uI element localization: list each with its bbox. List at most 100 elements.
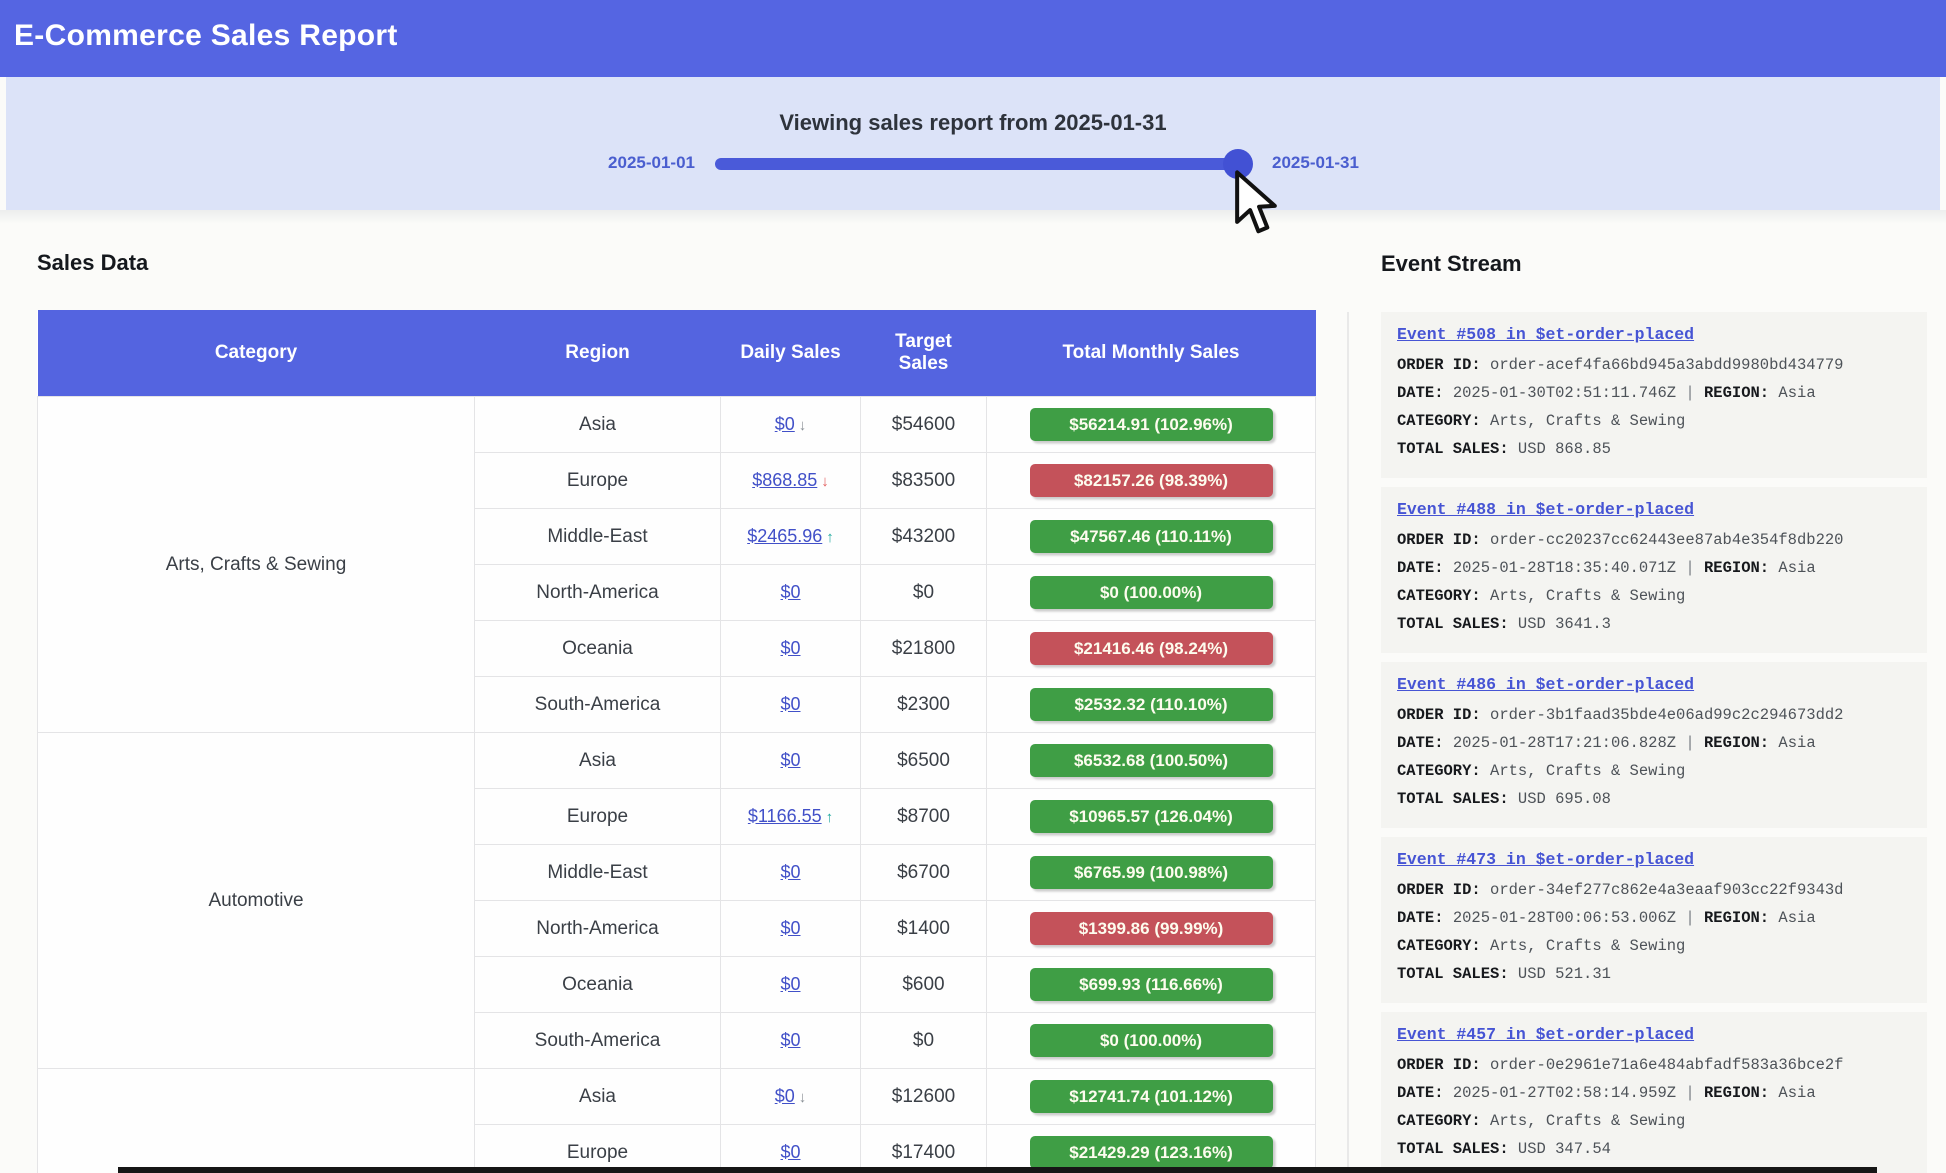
daily-sales-link[interactable]: $0: [780, 918, 800, 938]
region-cell: Asia: [475, 1069, 721, 1125]
event-total-sales: TOTAL SALES: USD 347.54: [1397, 1135, 1911, 1163]
event-title-link[interactable]: Event #473 in $et-order-placed: [1397, 850, 1694, 869]
daily-sales-link[interactable]: $0: [780, 1030, 800, 1050]
event-title-link[interactable]: Event #488 in $et-order-placed: [1397, 500, 1694, 519]
daily-sales-link[interactable]: $868.85: [752, 470, 817, 490]
monthly-sales-badge-green: $56214.91 (102.96%): [1030, 408, 1273, 441]
event-order-id: ORDER ID: order-0e2961e71a6e484abfadf583…: [1397, 1051, 1911, 1079]
event-order-id: ORDER ID: order-cc20237cc62443ee87ab4e35…: [1397, 526, 1911, 554]
event-title-link[interactable]: Event #457 in $et-order-placed: [1397, 1025, 1694, 1044]
total-monthly-sales-cell: $6765.99 (100.98%): [987, 845, 1316, 901]
monthly-sales-badge-green: $0 (100.00%): [1030, 1024, 1273, 1057]
region-cell: South-America: [475, 677, 721, 733]
event-total-sales: TOTAL SALES: USD 868.85: [1397, 435, 1911, 463]
event-stream-heading: Event Stream: [1381, 250, 1927, 278]
region-cell: North-America: [475, 565, 721, 621]
event-title-link[interactable]: Event #486 in $et-order-placed: [1397, 675, 1694, 694]
daily-sales-link[interactable]: $0: [780, 638, 800, 658]
column-header-daily-sales: Daily Sales: [721, 310, 861, 397]
daily-sales-link[interactable]: $0: [775, 1086, 795, 1106]
daily-sales-link[interactable]: $0: [780, 582, 800, 602]
total-monthly-sales-cell: $21429.29 (123.16%): [987, 1125, 1316, 1173]
app-header: E-Commerce Sales Report: [0, 0, 1946, 77]
table-row: Arts, Crafts & SewingAsia$0↓$54600$56214…: [38, 397, 1316, 453]
slider-thumb[interactable]: [1223, 149, 1253, 179]
monthly-sales-badge-red: $1399.86 (99.99%): [1030, 912, 1273, 945]
target-sales-cell: $600: [861, 957, 987, 1013]
daily-sales-link[interactable]: $0: [775, 414, 795, 434]
daily-sales-link[interactable]: $0: [780, 1142, 800, 1162]
sales-data-heading: Sales Data: [37, 250, 148, 276]
event-total-sales: TOTAL SALES: USD 3641.3: [1397, 610, 1911, 638]
daily-sales-link[interactable]: $0: [780, 694, 800, 714]
category-cell: Arts, Crafts & Sewing: [38, 397, 475, 733]
total-monthly-sales-cell: $10965.57 (126.04%): [987, 789, 1316, 845]
region-cell: Europe: [475, 789, 721, 845]
slider-min-label: 2025-01-01: [545, 153, 695, 173]
event-date-region: DATE: 2025-01-28T17:21:06.828Z | REGION:…: [1397, 729, 1911, 757]
region-cell: Middle-East: [475, 509, 721, 565]
region-cell: South-America: [475, 1013, 721, 1069]
monthly-sales-badge-green: $10965.57 (126.04%): [1030, 800, 1273, 833]
column-header-total-monthly-sales: Total Monthly Sales: [987, 310, 1316, 397]
region-cell: Middle-East: [475, 845, 721, 901]
event-category: CATEGORY: Arts, Crafts & Sewing: [1397, 932, 1911, 960]
region-cell: Oceania: [475, 621, 721, 677]
event-date-region: DATE: 2025-01-27T02:58:14.959Z | REGION:…: [1397, 1079, 1911, 1107]
total-monthly-sales-cell: $56214.91 (102.96%): [987, 397, 1316, 453]
target-sales-cell: $83500: [861, 453, 987, 509]
total-monthly-sales-cell: $1399.86 (99.99%): [987, 901, 1316, 957]
daily-sales-cell: $0: [721, 957, 861, 1013]
daily-sales-cell: $0: [721, 845, 861, 901]
target-sales-cell: $1400: [861, 901, 987, 957]
target-sales-cell: $0: [861, 565, 987, 621]
monthly-sales-badge-green: $6532.68 (100.50%): [1030, 744, 1273, 777]
column-header-region: Region: [475, 310, 721, 397]
daily-sales-link[interactable]: $0: [780, 974, 800, 994]
monthly-sales-badge-green: $2532.32 (110.10%): [1030, 688, 1273, 721]
event-title-link[interactable]: Event #508 in $et-order-placed: [1397, 325, 1694, 344]
trend-up-arrow-icon: ↑: [826, 529, 834, 546]
total-monthly-sales-cell: $2532.32 (110.10%): [987, 677, 1316, 733]
daily-sales-cell: $0: [721, 565, 861, 621]
event-date-region: DATE: 2025-01-28T18:35:40.071Z | REGION:…: [1397, 554, 1911, 582]
daily-sales-link[interactable]: $0: [780, 862, 800, 882]
target-sales-cell: $0: [861, 1013, 987, 1069]
daily-sales-cell: $0: [721, 621, 861, 677]
date-slider[interactable]: [715, 158, 1252, 170]
date-slider-section: Viewing sales report from 2025-01-31 202…: [6, 77, 1940, 210]
slider-max-label: 2025-01-31: [1272, 153, 1422, 173]
daily-sales-cell: $0: [721, 1125, 861, 1173]
daily-sales-link[interactable]: $0: [780, 750, 800, 770]
target-sales-cell: $12600: [861, 1069, 987, 1125]
event-list: Event #508 in $et-order-placed ORDER ID: …: [1381, 312, 1927, 1173]
daily-sales-link[interactable]: $2465.96: [747, 526, 822, 546]
monthly-sales-badge-red: $82157.26 (98.39%): [1030, 464, 1273, 497]
monthly-sales-badge-green: $12741.74 (101.12%): [1030, 1080, 1273, 1113]
sales-table-container: Category Region Daily Sales Target Sales…: [37, 310, 1317, 1173]
event-date-region: DATE: 2025-01-28T00:06:53.006Z | REGION:…: [1397, 904, 1911, 932]
page-title: E-Commerce Sales Report: [0, 0, 1946, 53]
daily-sales-cell: $2465.96↑: [721, 509, 861, 565]
region-cell: Oceania: [475, 957, 721, 1013]
table-row: AutomotiveAsia$0$6500$6532.68 (100.50%): [38, 733, 1316, 789]
trend-down-arrow-icon: ↓: [799, 1089, 807, 1106]
daily-sales-link[interactable]: $1166.55: [748, 806, 822, 826]
monthly-sales-badge-red: $21416.46 (98.24%): [1030, 632, 1273, 665]
event-total-sales: TOTAL SALES: USD 695.08: [1397, 785, 1911, 813]
bottom-bar: [118, 1167, 1877, 1173]
region-cell: Europe: [475, 1125, 721, 1173]
target-sales-cell: $6700: [861, 845, 987, 901]
event-card: Event #473 in $et-order-placedORDER ID: …: [1381, 837, 1927, 1003]
category-cell: Automotive: [38, 733, 475, 1069]
daily-sales-cell: $0: [721, 1013, 861, 1069]
daily-sales-cell: $868.85↓: [721, 453, 861, 509]
monthly-sales-badge-green: $21429.29 (123.16%): [1030, 1136, 1273, 1169]
monthly-sales-badge-green: $0 (100.00%): [1030, 576, 1273, 609]
region-cell: Europe: [475, 453, 721, 509]
total-monthly-sales-cell: $699.93 (116.66%): [987, 957, 1316, 1013]
event-stream-panel: Event Stream Event #508 in $et-order-pla…: [1381, 250, 1927, 1173]
total-monthly-sales-cell: $0 (100.00%): [987, 1013, 1316, 1069]
table-header-row: Category Region Daily Sales Target Sales…: [38, 310, 1316, 397]
event-card: Event #508 in $et-order-placedORDER ID: …: [1381, 312, 1927, 478]
